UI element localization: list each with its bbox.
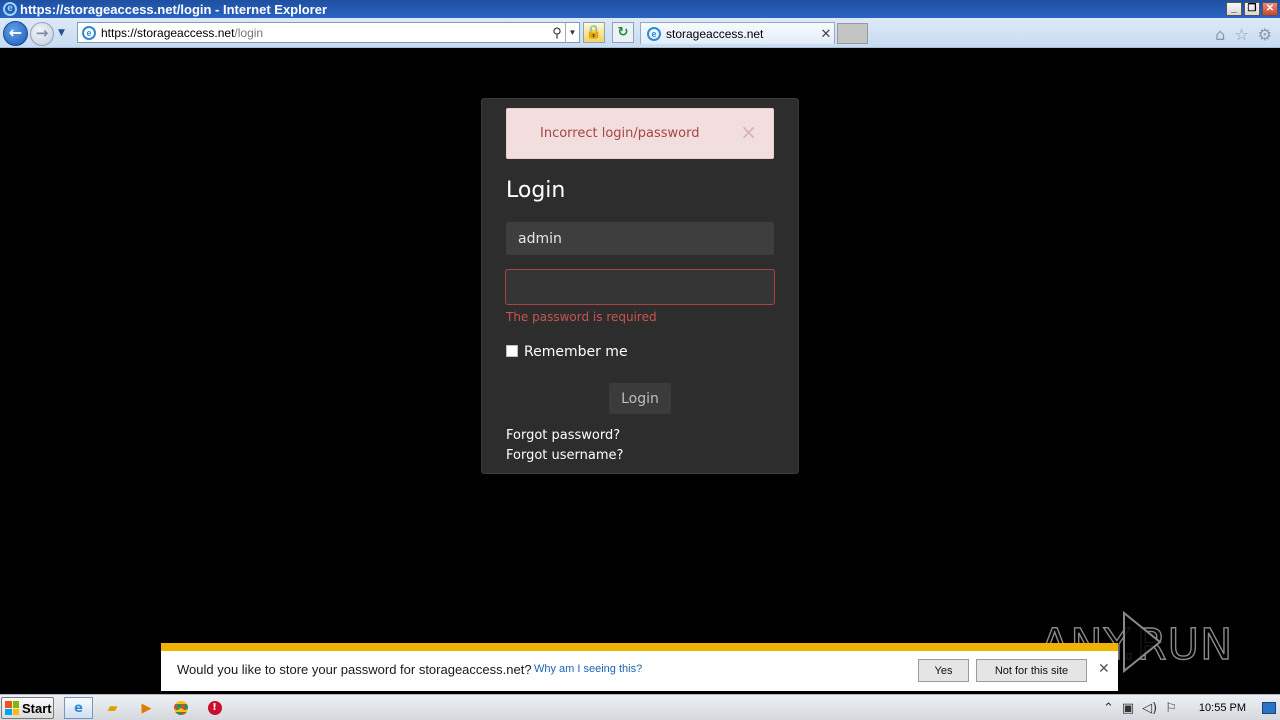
folder-icon: ▰	[107, 700, 118, 716]
username-input[interactable]	[506, 222, 774, 255]
forgot-password-link[interactable]: Forgot password?	[506, 428, 620, 443]
window-controls: _ ❐ ✕	[1226, 2, 1278, 16]
alert-close-icon[interactable]: ×	[740, 122, 757, 142]
forgot-username-link[interactable]: Forgot username?	[506, 448, 623, 463]
why-am-i-seeing-this-link[interactable]: Why am I seeing this?	[534, 663, 642, 675]
gear-icon[interactable]: ⚙	[1258, 25, 1272, 44]
history-dropdown-button[interactable]: ▼	[58, 28, 65, 38]
notification-message: Would you like to store your password fo…	[177, 662, 532, 677]
remember-me-option[interactable]: Remember me	[506, 344, 628, 360]
close-window-button[interactable]: ✕	[1262, 2, 1278, 16]
internet-explorer-icon: e	[3, 2, 17, 16]
windows-logo-icon	[5, 701, 19, 715]
window-title: https://storageaccess.net/login - Intern…	[20, 1, 328, 17]
home-icon[interactable]: ⌂	[1215, 25, 1225, 44]
tab-page-icon: e	[647, 26, 661, 41]
favorites-star-icon[interactable]: ☆	[1234, 25, 1248, 44]
forward-button[interactable]: →	[30, 22, 54, 46]
browser-toolbar-right: ⌂ ☆ ⚙	[1215, 25, 1272, 44]
clock[interactable]: 10:55 PM	[1199, 702, 1246, 714]
search-icon[interactable]: ⚲	[549, 25, 565, 41]
tab-label: storageaccess.net	[666, 26, 764, 41]
internet-explorer-icon: e	[74, 700, 83, 716]
tab-close-icon[interactable]: ✕	[818, 26, 834, 42]
volume-icon[interactable]: ◁)	[1142, 701, 1157, 716]
window-titlebar: e https://storageaccess.net/login - Inte…	[0, 0, 1280, 18]
login-button[interactable]: Login	[609, 383, 671, 414]
remember-me-checkbox[interactable]	[506, 345, 518, 357]
taskbar-chrome[interactable]	[166, 697, 195, 719]
taskbar-warning-app[interactable]: !	[200, 697, 229, 719]
system-tray: ⌃ ▣ ◁) ⚐ 10:55 PM	[1103, 695, 1280, 720]
address-bar[interactable]: e https://storageaccess.net/login ⚲ ▼	[77, 22, 580, 43]
address-url[interactable]: https://storageaccess.net/login	[101, 26, 549, 40]
stop-sign-icon: !	[207, 701, 222, 715]
page-icon: e	[82, 25, 96, 40]
address-dropdown-button[interactable]: ▼	[565, 23, 579, 42]
arrow-left-icon: ←	[8, 23, 23, 42]
refresh-icon[interactable]: ↻	[612, 22, 634, 43]
media-player-icon: ▶	[141, 700, 152, 716]
tab-storageaccess[interactable]: e storageaccess.net ✕	[640, 22, 835, 44]
url-path: /login	[234, 25, 264, 40]
lock-icon[interactable]: 🔒	[583, 22, 605, 43]
chrome-icon	[173, 701, 188, 715]
new-tab-button[interactable]	[837, 23, 868, 44]
minimize-button[interactable]: _	[1226, 2, 1242, 16]
login-card: Incorrect login/password × Login The pas…	[481, 98, 799, 474]
page-title: Login	[506, 178, 566, 203]
windows-taskbar: Start e ▰ ▶ ! ⌃ ▣ ◁) ⚐ 10:55 PM	[0, 694, 1280, 720]
back-button[interactable]: ←	[3, 21, 28, 46]
error-alert: Incorrect login/password ×	[506, 108, 774, 159]
notification-accent-bar	[161, 643, 1118, 651]
save-password-yes-button[interactable]: Yes	[918, 659, 969, 682]
alert-message: Incorrect login/password	[540, 126, 700, 141]
url-host: https://storageaccess.net	[101, 25, 235, 40]
browser-navbar: ← → ▼ e https://storageaccess.net/login …	[0, 18, 1280, 48]
arrow-right-icon: →	[35, 24, 49, 42]
password-save-notification: Would you like to store your password fo…	[161, 643, 1118, 691]
taskbar-media-player[interactable]: ▶	[132, 697, 161, 719]
start-button[interactable]: Start	[1, 697, 54, 719]
not-for-this-site-button[interactable]: Not for this site	[976, 659, 1087, 682]
password-error-text: The password is required	[506, 310, 657, 324]
restore-button[interactable]: ❐	[1244, 2, 1260, 16]
network-icon[interactable]: ▣	[1122, 701, 1134, 716]
show-hidden-icons-icon[interactable]: ⌃	[1103, 701, 1114, 716]
notification-close-icon[interactable]: ✕	[1098, 661, 1110, 677]
start-label: Start	[22, 700, 52, 716]
taskbar-file-explorer[interactable]: ▰	[98, 697, 127, 719]
action-center-flag-icon[interactable]: ⚐	[1165, 701, 1177, 716]
show-desktop-button[interactable]	[1262, 702, 1276, 714]
password-input[interactable]	[505, 269, 775, 305]
taskbar-internet-explorer[interactable]: e	[64, 697, 93, 719]
remember-me-label: Remember me	[524, 344, 628, 360]
